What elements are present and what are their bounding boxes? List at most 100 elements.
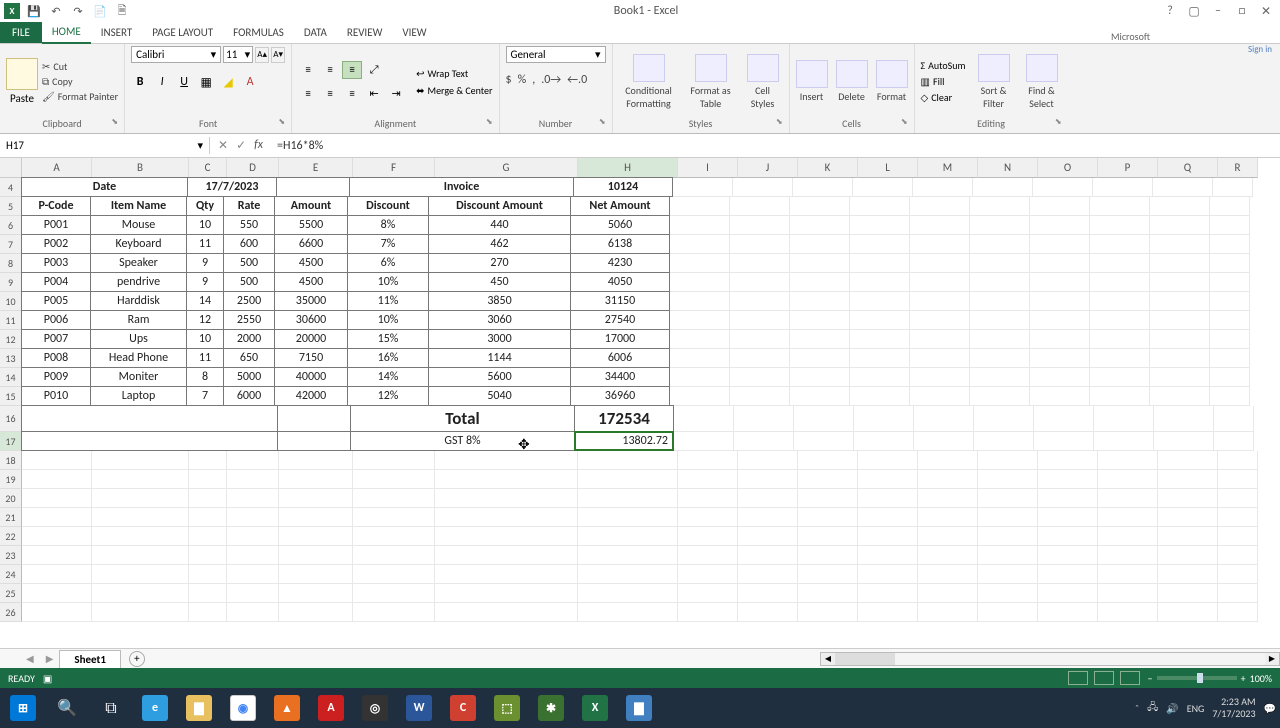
format-as-table-button[interactable]: Format as Table [687, 54, 735, 110]
cell[interactable] [1154, 432, 1214, 451]
cell[interactable] [1034, 406, 1094, 432]
cell[interactable] [22, 527, 92, 546]
cell[interactable]: Ups [90, 329, 187, 349]
tab-view[interactable]: VIEW [392, 22, 436, 43]
cell[interactable] [1030, 349, 1090, 368]
cell[interactable]: P006 [21, 310, 91, 330]
cell[interactable]: Keyboard [90, 234, 187, 254]
col-header[interactable]: Q [1158, 158, 1218, 178]
fx-icon[interactable]: fx [254, 138, 263, 153]
cell[interactable]: P001 [21, 215, 91, 235]
col-header[interactable]: L [858, 158, 918, 178]
cell[interactable] [850, 273, 910, 292]
cell[interactable] [674, 432, 734, 451]
zoom-out-button[interactable]: − [1148, 672, 1153, 685]
cell[interactable] [790, 292, 850, 311]
cell[interactable] [1218, 451, 1258, 470]
cell[interactable] [1033, 178, 1093, 197]
col-header[interactable]: N [978, 158, 1038, 178]
cell[interactable] [92, 546, 189, 565]
cell[interactable] [858, 546, 918, 565]
cell-styles-button[interactable]: Cell Styles [743, 54, 783, 110]
cell[interactable] [435, 546, 578, 565]
cell[interactable]: 14 [186, 291, 224, 311]
merge-center-button[interactable]: ⬌Merge & Center [416, 84, 492, 97]
cell[interactable] [790, 368, 850, 387]
cell[interactable] [734, 432, 794, 451]
cell[interactable] [1150, 387, 1210, 406]
cell[interactable]: Invoice [349, 177, 574, 197]
cell[interactable]: 35000 [274, 291, 348, 311]
cell[interactable] [1090, 311, 1150, 330]
cell[interactable] [978, 603, 1038, 622]
align-bottom-button[interactable]: ≡ [342, 61, 362, 79]
cell[interactable] [973, 178, 1033, 197]
cell[interactable]: Laptop [90, 386, 187, 406]
comma-button[interactable]: , [532, 73, 535, 87]
cell[interactable]: P009 [21, 367, 91, 387]
cell[interactable]: 5040 [428, 386, 571, 406]
row-header[interactable]: 10 [0, 292, 22, 311]
cell[interactable] [1218, 603, 1258, 622]
cell[interactable]: P010 [21, 386, 91, 406]
page-layout-view-button[interactable] [1094, 671, 1114, 685]
cell[interactable]: Qty [186, 196, 224, 216]
cell[interactable]: 4500 [274, 272, 348, 292]
row-header[interactable]: 22 [0, 527, 22, 546]
cell[interactable]: P007 [21, 329, 91, 349]
cell[interactable] [678, 508, 738, 527]
cell[interactable] [435, 603, 578, 622]
cell[interactable] [353, 489, 435, 508]
cell[interactable] [850, 254, 910, 273]
tab-file[interactable]: FILE [0, 22, 42, 43]
cell[interactable]: 550 [223, 215, 275, 235]
cell[interactable] [1038, 508, 1098, 527]
cell[interactable] [970, 254, 1030, 273]
app-icon[interactable]: ✱ [532, 692, 570, 724]
cell[interactable] [673, 178, 733, 197]
cell[interactable] [910, 387, 970, 406]
row-header[interactable]: 26 [0, 603, 22, 622]
cell[interactable] [279, 584, 353, 603]
cell[interactable]: 7150 [274, 348, 348, 368]
cell[interactable]: 4050 [570, 272, 670, 292]
cell[interactable] [227, 527, 279, 546]
cell[interactable] [1158, 470, 1218, 489]
increase-indent-button[interactable]: ⇥ [386, 85, 406, 103]
format-painter-button[interactable]: 🖌Format Painter [42, 90, 118, 103]
col-header[interactable]: O [1038, 158, 1098, 178]
cell[interactable] [670, 330, 730, 349]
currency-button[interactable]: $ [506, 73, 512, 87]
maximize-icon[interactable]: □ [1234, 3, 1250, 19]
cell[interactable] [92, 451, 189, 470]
decrease-indent-button[interactable]: ⇤ [364, 85, 384, 103]
cell[interactable]: 5060 [570, 215, 670, 235]
cell[interactable] [1150, 311, 1210, 330]
cell[interactable] [918, 603, 978, 622]
cell[interactable] [279, 470, 353, 489]
cell[interactable] [670, 216, 730, 235]
underline-button[interactable]: U [175, 73, 193, 91]
cell[interactable]: 10% [347, 272, 429, 292]
cell[interactable] [353, 546, 435, 565]
cell[interactable]: 36960 [570, 386, 670, 406]
cell[interactable] [1030, 368, 1090, 387]
cell[interactable] [854, 406, 914, 432]
cell[interactable] [1030, 273, 1090, 292]
cell[interactable] [858, 527, 918, 546]
cell[interactable] [279, 603, 353, 622]
cell[interactable] [918, 527, 978, 546]
cell[interactable] [1214, 432, 1254, 451]
cell[interactable] [578, 527, 678, 546]
cell[interactable] [850, 387, 910, 406]
cell[interactable] [978, 584, 1038, 603]
cell[interactable] [22, 603, 92, 622]
row-header[interactable]: 19 [0, 470, 22, 489]
cell[interactable] [1158, 565, 1218, 584]
cell[interactable] [92, 603, 189, 622]
col-header[interactable]: E [279, 158, 353, 178]
cell[interactable] [738, 584, 798, 603]
row-header[interactable]: 25 [0, 584, 22, 603]
cell[interactable]: 13802.72 [574, 431, 674, 451]
cell[interactable] [678, 546, 738, 565]
